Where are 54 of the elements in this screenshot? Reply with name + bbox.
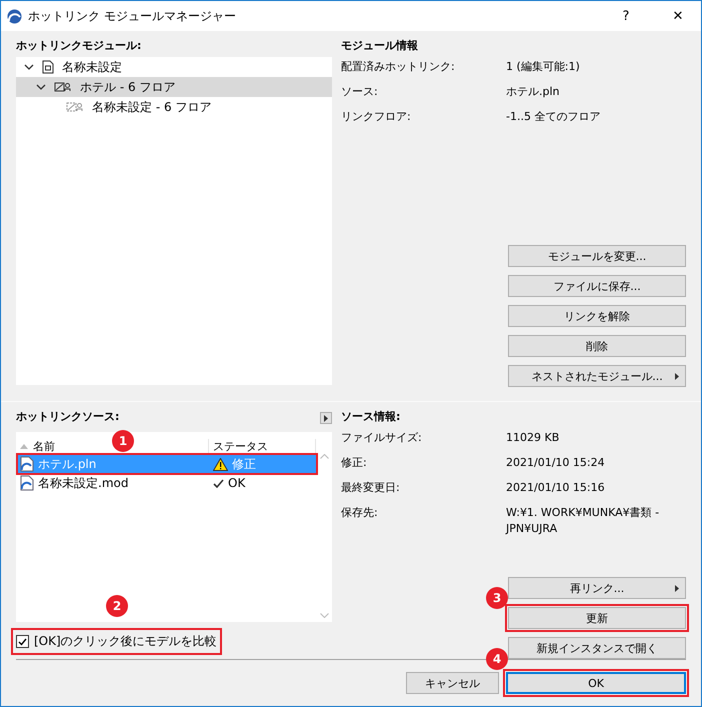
module-action-button[interactable]: リンクを解除	[508, 305, 686, 327]
info-value: ホテル.pln	[506, 84, 561, 100]
callout-marker: 3	[486, 587, 508, 609]
tree-item[interactable]: ホテル - 6 フロア	[16, 77, 332, 97]
info-value: -1..5 全てのフロア	[506, 109, 602, 125]
info-label: リンクフロア:	[341, 109, 412, 125]
module-icon	[54, 82, 72, 92]
callout-marker: 1	[112, 430, 134, 452]
cancel-button[interactable]: キャンセル	[406, 672, 499, 694]
file-icon	[20, 456, 34, 472]
info-label: 保存先:	[341, 505, 379, 521]
status-text: OK	[228, 476, 246, 490]
info-label: ソース:	[341, 84, 379, 100]
submenu-arrow-icon	[675, 373, 679, 380]
sort-arrow-icon	[20, 444, 28, 448]
status-text: 修正	[232, 456, 256, 472]
module-action-button[interactable]: ネストされたモジュール...	[508, 365, 686, 387]
info-value: 1 (編集可能:1)	[506, 59, 581, 75]
module-action-button[interactable]: モジュールを変更...	[508, 245, 686, 267]
close-button[interactable]: ✕	[655, 8, 701, 24]
window-title: ホットリンク モジュールマネージャー	[28, 8, 237, 24]
info-value: W:¥1. WORK¥MUNKA¥書類 - JPN¥UJRA	[506, 505, 660, 537]
source-action-button[interactable]: 新規インスタンスで開く	[508, 637, 686, 659]
help-button[interactable]: ?	[603, 8, 649, 24]
callout-marker: 4	[486, 648, 508, 670]
submenu-arrow-icon	[675, 585, 679, 592]
section-heading: ホットリンクソース:	[16, 409, 120, 425]
source-action-button[interactable]: 再リンク...	[508, 577, 686, 599]
checkmark-icon	[18, 638, 27, 646]
document-icon	[42, 60, 54, 74]
section-heading: ホットリンクモジュール:	[16, 38, 142, 54]
ok-button[interactable]: OK	[506, 672, 686, 694]
expand-button[interactable]	[320, 412, 332, 424]
play-arrow-icon	[324, 414, 328, 422]
source-action-button[interactable]: 更新	[508, 607, 686, 629]
info-label: 最終変更日:	[341, 480, 401, 496]
module-action-button[interactable]: ファイルに保存...	[508, 275, 686, 297]
file-name: ホテル.pln	[38, 456, 96, 472]
info-value: 11029 KB	[506, 430, 560, 446]
file-name: 名称未設定.mod	[38, 474, 128, 492]
info-label: ファイルサイズ:	[341, 430, 423, 446]
section-heading: ソース情報:	[341, 409, 402, 425]
file-icon	[20, 475, 34, 491]
tree-item[interactable]: 名称未設定	[16, 57, 332, 77]
module-icon	[66, 102, 84, 112]
info-label: 配置済みホットリンク:	[341, 59, 456, 75]
module-action-button[interactable]: 削除	[508, 335, 686, 357]
app-logo-icon	[7, 8, 22, 24]
info-value: 2021/01/10 15:24	[506, 455, 606, 471]
section-heading: モジュール情報	[341, 38, 419, 54]
source-row[interactable]: 名称未設定.mod OK	[18, 474, 316, 492]
info-value: 2021/01/10 15:16	[506, 480, 606, 496]
tree-item[interactable]: 名称未設定 - 6 フロア	[16, 97, 332, 117]
info-label: 修正:	[341, 455, 368, 471]
